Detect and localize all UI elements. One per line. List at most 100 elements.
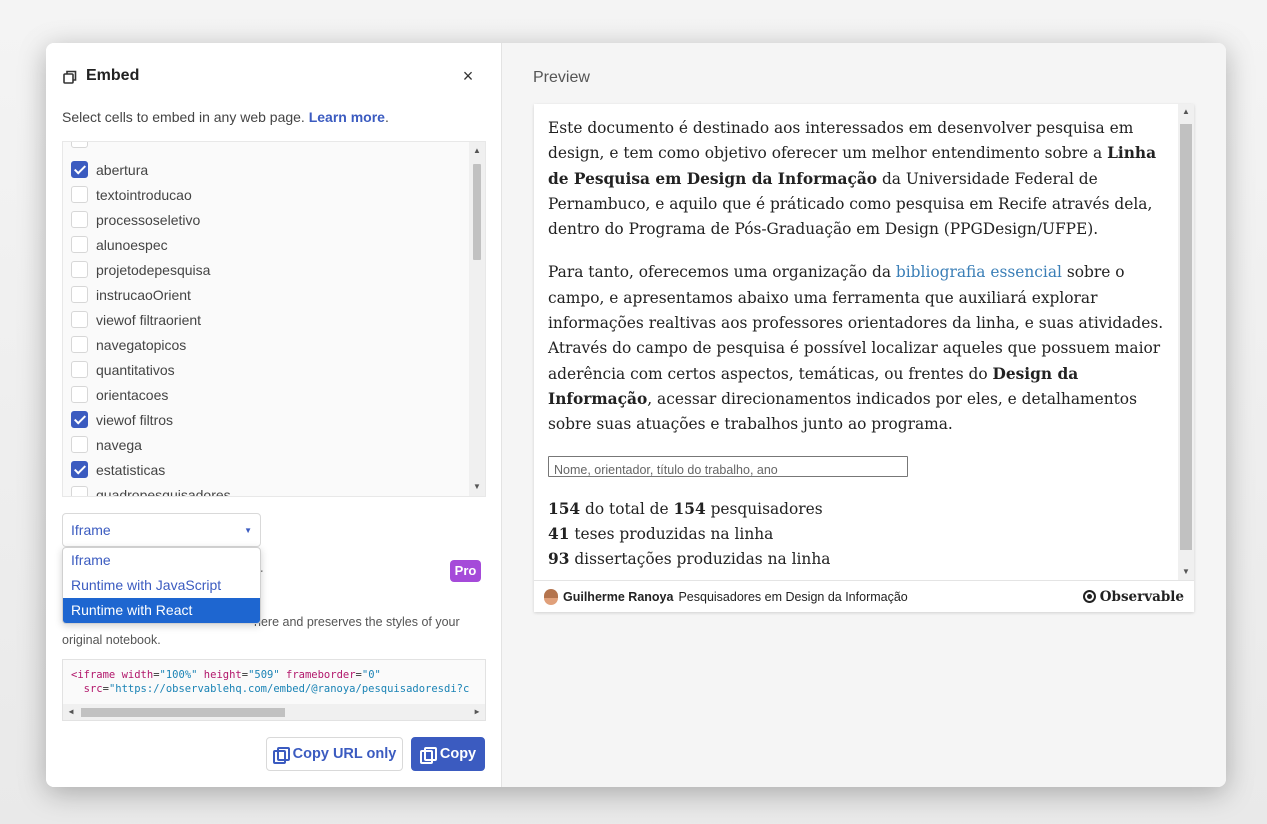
dropdown-option-runtime-react[interactable]: Runtime with React — [63, 598, 260, 623]
cell-label: quantitativos — [96, 361, 175, 378]
stat-theses: 41 teses produzidas na linha — [548, 522, 1168, 547]
cell-label: processoseletivo — [96, 211, 201, 228]
code-value: "509" — [248, 669, 280, 681]
cell-label: viewof filtros — [96, 411, 174, 428]
checkbox[interactable] — [71, 361, 88, 378]
tool-paragraph: Para tanto, oferecemos uma organização d… — [548, 260, 1168, 437]
scrollbar-thumb[interactable] — [81, 708, 285, 717]
list-item[interactable]: projetodepesquisa — [63, 257, 471, 282]
paragraph-text: Este documento é destinado aos interessa… — [548, 119, 1134, 163]
observable-logo[interactable]: Observable — [1082, 589, 1184, 605]
list-item[interactable]: processoseletivo — [63, 207, 471, 232]
code-tag: <iframe — [71, 669, 116, 681]
embed-icon — [63, 70, 77, 84]
preview-footer: Guilherme Ranoya Pesquisadores em Design… — [534, 580, 1194, 612]
list-item[interactable]: viewof filtraorient — [63, 307, 471, 332]
close-icon[interactable]: × — [459, 67, 477, 85]
description-line-2: original notebook. — [62, 633, 161, 647]
copy-url-label: Copy URL only — [292, 746, 397, 762]
list-item[interactable]: quantitativos — [63, 357, 471, 382]
cell-label: orientacoes — [96, 386, 169, 403]
checkbox[interactable] — [71, 436, 88, 453]
intro-period: . — [384, 109, 389, 125]
preview-title: Preview — [533, 69, 590, 86]
dropdown-option-runtime-javascript[interactable]: Runtime with JavaScript — [63, 573, 260, 598]
stat-researchers: 154 do total de 154 pesquisadores — [548, 497, 1168, 522]
copy-icon — [419, 747, 437, 764]
embed-code-box[interactable]: <iframe width="100%" height="509" frameb… — [62, 659, 486, 721]
list-item[interactable]: instrucaoOrient — [63, 282, 471, 307]
list-item[interactable]: navega — [63, 432, 471, 457]
stat-dissertations: 93 dissertações produzidas na linha — [548, 547, 1168, 572]
preview-frame: Este documento é destinado aos interessa… — [534, 104, 1194, 612]
checkbox[interactable] — [71, 386, 88, 403]
search-input[interactable]: Nome, orientador, título do trabalho, an… — [548, 455, 908, 477]
checkbox[interactable] — [71, 461, 88, 478]
checkbox[interactable] — [71, 186, 88, 203]
stat-text: dissertações produzidas na linha — [569, 550, 831, 569]
list-item[interactable]: abertura — [63, 157, 471, 182]
cell-label: instrucaoOrient — [96, 286, 191, 303]
copy-button[interactable]: Copy — [411, 737, 485, 771]
checkbox[interactable] — [71, 486, 88, 496]
list-item — [71, 142, 96, 148]
scroll-up-arrow-icon[interactable]: ▲ — [469, 144, 485, 158]
bibliography-link[interactable]: bibliografia essencial — [896, 263, 1062, 281]
list-item[interactable]: orientacoes — [63, 382, 471, 407]
preview-panel: Preview Este documento é destinado aos i… — [502, 43, 1226, 787]
embed-code: <iframe width="100%" height="509" frameb… — [71, 669, 470, 695]
code-value: "0" — [361, 669, 381, 681]
checkbox[interactable] — [71, 286, 88, 303]
stat-text: do total de — [580, 499, 674, 518]
intro-text: Select cells to embed in any web page. L… — [62, 109, 389, 125]
list-item[interactable]: viewof filtros — [63, 407, 471, 432]
code-attr: src — [83, 683, 103, 695]
avatar — [544, 588, 558, 605]
scrollbar-thumb[interactable] — [1180, 124, 1192, 550]
checkbox[interactable] — [71, 161, 88, 178]
list-item[interactable]: textointroducao — [63, 182, 471, 207]
scroll-right-arrow-icon[interactable]: ▶ — [471, 704, 483, 720]
checkbox[interactable] — [71, 336, 88, 353]
notebook-content: Este documento é destinado aos interessa… — [548, 116, 1168, 572]
checkbox[interactable] — [71, 411, 88, 428]
cell-list-scrollbar[interactable]: ▲ ▼ — [469, 142, 485, 496]
scrollbar-thumb[interactable] — [473, 164, 481, 260]
embed-type-dropdown: Iframe Runtime with JavaScript Runtime w… — [62, 547, 261, 624]
learn-more-link[interactable]: Learn more — [309, 109, 385, 125]
stat-text: teses produzidas na linha — [569, 524, 774, 543]
embed-settings-panel: Embed × Select cells to embed in any web… — [46, 43, 502, 787]
scroll-down-arrow-icon[interactable]: ▼ — [1178, 565, 1194, 579]
dropdown-option-iframe[interactable]: Iframe — [63, 548, 260, 573]
checkbox[interactable] — [71, 261, 88, 278]
intro-sentence: Select cells to embed in any web page. — [62, 109, 305, 125]
copy-icon — [272, 747, 290, 764]
code-horizontal-scrollbar[interactable]: ◀ ▶ — [63, 704, 485, 720]
embed-type-select[interactable]: Iframe ▼ — [62, 513, 261, 547]
cell-label: alunoespec — [96, 236, 168, 253]
list-item[interactable]: quadropesquisadores — [63, 482, 471, 496]
checkbox[interactable] — [71, 236, 88, 253]
list-item[interactable]: estatisticas — [63, 457, 471, 482]
list-item[interactable]: navegatopicos — [63, 332, 471, 357]
chevron-down-icon: ▼ — [244, 525, 252, 535]
scroll-up-arrow-icon[interactable]: ▲ — [1178, 105, 1194, 119]
cell-label: textointroducao — [96, 186, 192, 203]
embed-dialog: Embed × Select cells to embed in any web… — [46, 43, 1226, 787]
scroll-left-arrow-icon[interactable]: ◀ — [65, 704, 77, 720]
copy-url-button[interactable]: Copy URL only — [266, 737, 403, 771]
preview-scrollbar[interactable]: ▲ ▼ — [1178, 104, 1194, 580]
stat-number: 154 — [673, 499, 706, 518]
notebook-title[interactable]: Pesquisadores em Design da Informação — [678, 590, 907, 604]
list-item[interactable]: alunoespec — [63, 232, 471, 257]
checkbox[interactable] — [71, 211, 88, 228]
scroll-down-arrow-icon[interactable]: ▼ — [469, 480, 485, 494]
code-attr: height — [203, 669, 242, 681]
checkbox[interactable] — [71, 142, 88, 148]
cell-label: viewof filtraorient — [96, 311, 202, 328]
cell-selection-list[interactable]: abertura textointroducao processoseletivo a… — [62, 141, 486, 497]
author-name[interactable]: Guilherme Ranoya — [563, 590, 673, 604]
observable-icon — [1082, 590, 1096, 603]
embed-type-value: Iframe — [71, 522, 111, 538]
checkbox[interactable] — [71, 311, 88, 328]
